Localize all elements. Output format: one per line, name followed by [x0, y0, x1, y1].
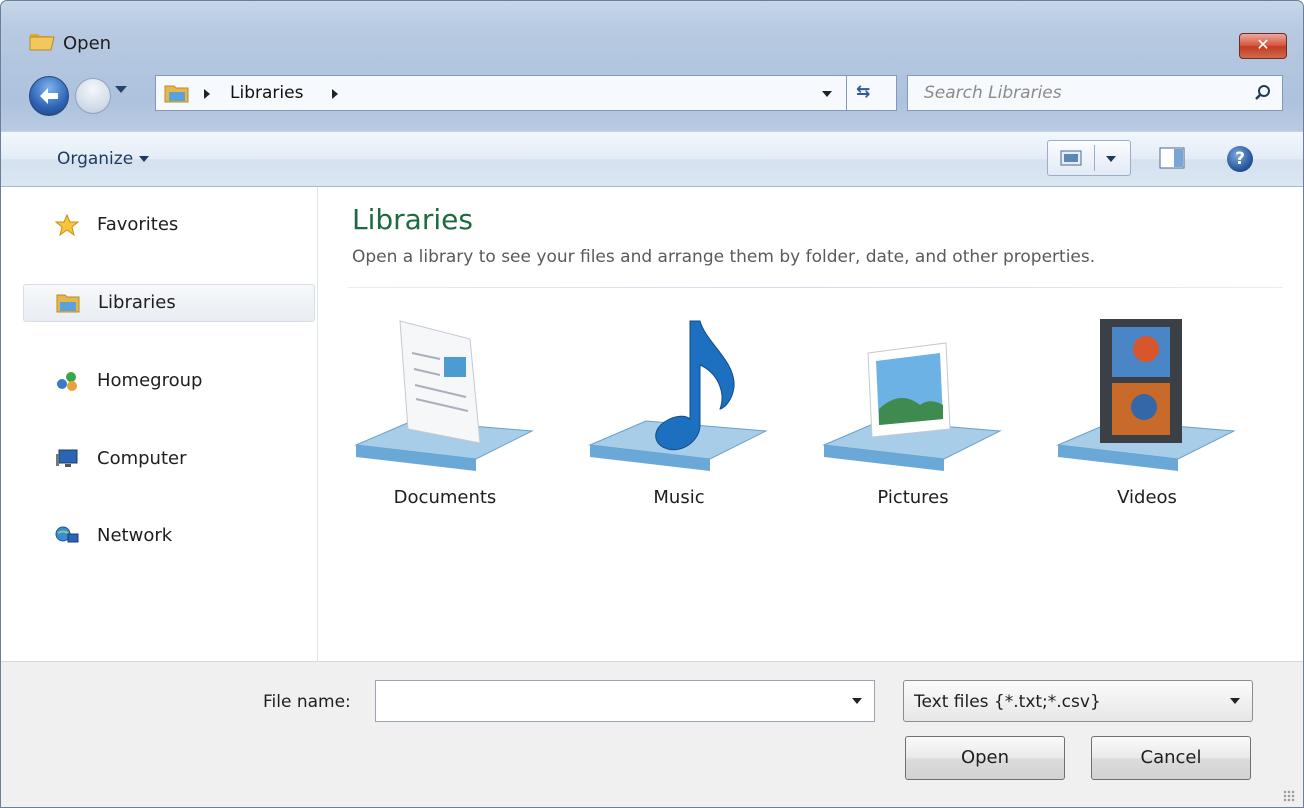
address-bar[interactable]: Libraries ⇆: [155, 75, 897, 111]
sidebar-item-label: Computer: [97, 448, 187, 469]
libraries-icon: [56, 294, 80, 313]
network-icon: [55, 526, 79, 543]
help-icon[interactable]: ?: [1227, 146, 1253, 172]
open-dialog: Open ✕ Libraries ⇆ Search Libraries Orga…: [0, 0, 1304, 808]
sidebar-item-computer[interactable]: Computer: [23, 441, 313, 477]
chevron-down-icon: [139, 156, 150, 162]
window-title: Open: [63, 33, 112, 54]
back-button[interactable]: [29, 76, 69, 116]
file-name-dropdown[interactable]: [852, 698, 862, 704]
back-arrow-icon: [40, 88, 58, 104]
breadcrumb-separator-icon[interactable]: [332, 89, 338, 99]
music-library-icon: [588, 320, 768, 471]
sidebar-item-label: Favorites: [97, 214, 179, 235]
section-divider: [348, 287, 1283, 288]
title-bar: Open ✕: [1, 1, 1303, 65]
homegroup-icon: [57, 372, 77, 391]
address-history-dropdown[interactable]: [822, 91, 832, 97]
library-label: Music: [653, 487, 705, 508]
library-pictures[interactable]: Pictures: [820, 313, 1006, 513]
navigation-pane: Favorites Libraries Homegroup Computer N…: [1, 187, 318, 661]
close-button[interactable]: ✕: [1239, 33, 1287, 59]
sidebar-item-homegroup[interactable]: Homegroup: [23, 363, 313, 399]
library-label: Pictures: [877, 487, 949, 508]
computer-icon: [56, 449, 78, 467]
refresh-icon[interactable]: ⇆: [856, 82, 870, 102]
view-divider: [1094, 145, 1095, 171]
forward-button[interactable]: [75, 78, 111, 114]
file-name-label: File name:: [263, 692, 351, 712]
sidebar-item-label: Libraries: [98, 292, 176, 313]
library-music[interactable]: Music: [586, 313, 772, 513]
search-box[interactable]: Search Libraries: [907, 75, 1283, 111]
organize-label: Organize: [57, 149, 134, 169]
dialog-footer: File name: Text files {*.txt;*.csv} Open…: [1, 661, 1303, 807]
pictures-library-icon: [822, 342, 1002, 471]
navigation-bar: Libraries ⇆ Search Libraries: [1, 73, 1303, 116]
content-pane: Libraries Open a library to see your fil…: [318, 187, 1303, 661]
sidebar-item-favorites[interactable]: Favorites: [23, 207, 313, 243]
search-placeholder: Search Libraries: [924, 83, 1062, 103]
address-divider: [846, 76, 847, 110]
view-icon: [1060, 150, 1082, 166]
videos-library-icon: [1056, 319, 1236, 471]
library-videos[interactable]: Videos: [1054, 313, 1240, 513]
library-label: Videos: [1117, 487, 1177, 508]
sidebar-item-label: Network: [97, 525, 173, 546]
cancel-button[interactable]: Cancel: [1091, 736, 1251, 780]
preview-pane-icon[interactable]: [1159, 147, 1185, 169]
library-documents[interactable]: Documents: [352, 313, 538, 513]
view-options-dropdown[interactable]: [1106, 156, 1116, 162]
libraries-icon: [164, 85, 189, 103]
page-description: Open a library to see your files and arr…: [352, 247, 1096, 267]
change-view-button[interactable]: [1047, 140, 1131, 176]
command-bar: Organize ?: [1, 131, 1303, 187]
open-button[interactable]: Open: [905, 736, 1065, 780]
star-icon: [55, 214, 79, 236]
file-type-value: Text files {*.txt;*.csv}: [914, 692, 1101, 712]
recent-pages-dropdown[interactable]: [115, 86, 127, 93]
breadcrumb-libraries[interactable]: Libraries: [230, 83, 303, 103]
resize-grip[interactable]: [1283, 790, 1295, 802]
library-label: Documents: [393, 487, 497, 508]
documents-library-icon: [354, 320, 534, 471]
breadcrumb-separator-icon[interactable]: [204, 89, 210, 99]
page-title: Libraries: [352, 203, 473, 236]
file-type-select[interactable]: Text files {*.txt;*.csv}: [903, 680, 1253, 722]
open-folder-icon: [29, 34, 55, 51]
search-icon[interactable]: [1254, 84, 1272, 102]
sidebar-item-label: Homegroup: [97, 370, 203, 391]
chevron-down-icon: [1230, 698, 1240, 704]
sidebar-item-network[interactable]: Network: [23, 518, 313, 554]
file-name-input[interactable]: [375, 680, 875, 722]
organize-menu[interactable]: Organize: [57, 149, 150, 169]
sidebar-item-libraries[interactable]: Libraries: [23, 284, 315, 322]
